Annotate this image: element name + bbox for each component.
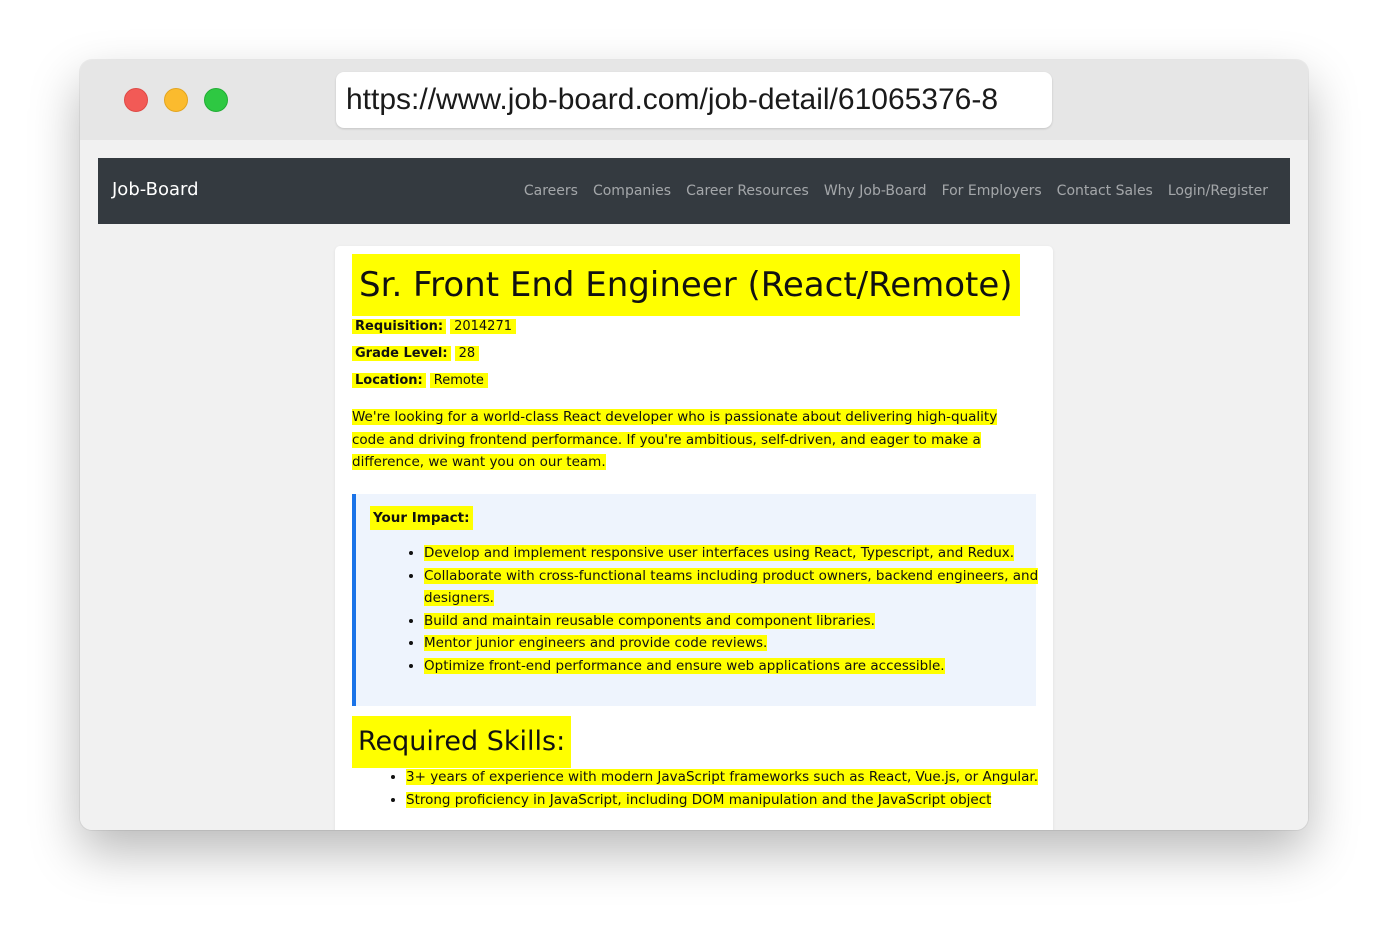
impact-item-text: Build and maintain reusable components a… xyxy=(424,612,875,629)
impact-item-text: Collaborate with cross-functional teams … xyxy=(424,567,1039,606)
location-label: Location: xyxy=(352,373,426,388)
job-detail-card: Sr. Front End Engineer (React/Remote) Re… xyxy=(335,246,1053,830)
nav-link-login-register[interactable]: Login/Register xyxy=(1168,181,1268,201)
impact-list: Develop and implement responsive user in… xyxy=(370,542,1064,677)
skill-item-text: 3+ years of experience with modern JavaS… xyxy=(406,769,1039,785)
job-intro: We're looking for a world-class React de… xyxy=(352,406,1012,474)
skill-item: 3+ years of experience with modern JavaS… xyxy=(406,766,1066,789)
location-row: Location: Remote xyxy=(352,369,488,393)
nav-link-for-employers[interactable]: For Employers xyxy=(942,181,1042,201)
required-skills-heading: Required Skills: xyxy=(352,716,572,768)
nav-link-contact-sales[interactable]: Contact Sales xyxy=(1057,181,1153,201)
impact-item: Collaborate with cross-functional teams … xyxy=(424,565,1064,610)
nav-link-careers[interactable]: Careers xyxy=(524,181,578,201)
requisition-label: Requisition: xyxy=(352,319,447,334)
requisition-value: 2014271 xyxy=(450,319,516,334)
nav-links: Careers Companies Career Resources Why J… xyxy=(524,181,1268,201)
nav-link-companies[interactable]: Companies xyxy=(593,181,671,201)
page-viewport[interactable]: Job-Board Careers Companies Career Resou… xyxy=(80,140,1308,830)
browser-window: https://www.job-board.com/job-detail/610… xyxy=(80,60,1308,830)
nav-link-why-job-board[interactable]: Why Job-Board xyxy=(824,181,927,201)
skill-item: Strong proficiency in JavaScript, includ… xyxy=(406,789,1066,812)
address-bar[interactable]: https://www.job-board.com/job-detail/610… xyxy=(336,72,1052,128)
impact-item: Develop and implement responsive user in… xyxy=(424,542,1064,565)
impact-item: Optimize front-end performance and ensur… xyxy=(424,655,1064,678)
impact-item-text: Optimize front-end performance and ensur… xyxy=(424,657,945,674)
impact-callout: Your Impact: Develop and implement respo… xyxy=(352,494,1039,706)
address-bar-url: https://www.job-board.com/job-detail/610… xyxy=(346,83,999,116)
grade-level-value: 28 xyxy=(454,346,480,361)
impact-item: Mentor junior engineers and provide code… xyxy=(424,632,1064,655)
nav-link-career-resources[interactable]: Career Resources xyxy=(686,181,809,201)
browser-titlebar: https://www.job-board.com/job-detail/610… xyxy=(80,60,1308,140)
job-title: Sr. Front End Engineer (React/Remote) xyxy=(352,254,1020,316)
skill-item-text: Strong proficiency in JavaScript, includ… xyxy=(406,791,992,808)
required-skills-list: 3+ years of experience with modern JavaS… xyxy=(352,766,1066,811)
impact-heading: Your Impact: xyxy=(370,506,473,530)
maximize-window-button[interactable] xyxy=(204,88,228,112)
site-navbar: Job-Board Careers Companies Career Resou… xyxy=(98,158,1290,224)
job-intro-text: We're looking for a world-class React de… xyxy=(352,409,998,470)
requisition-row: Requisition: 2014271 xyxy=(352,315,516,339)
location-value: Remote xyxy=(429,373,488,388)
impact-item: Build and maintain reusable components a… xyxy=(424,610,1064,633)
impact-item-text: Develop and implement responsive user in… xyxy=(424,545,1015,561)
site-brand-link[interactable]: Job-Board xyxy=(112,178,199,202)
minimize-window-button[interactable] xyxy=(164,88,188,112)
impact-item-text: Mentor junior engineers and provide code… xyxy=(424,635,768,651)
grade-level-label: Grade Level: xyxy=(352,346,451,361)
grade-level-row: Grade Level: 28 xyxy=(352,342,480,366)
close-window-button[interactable] xyxy=(124,88,148,112)
